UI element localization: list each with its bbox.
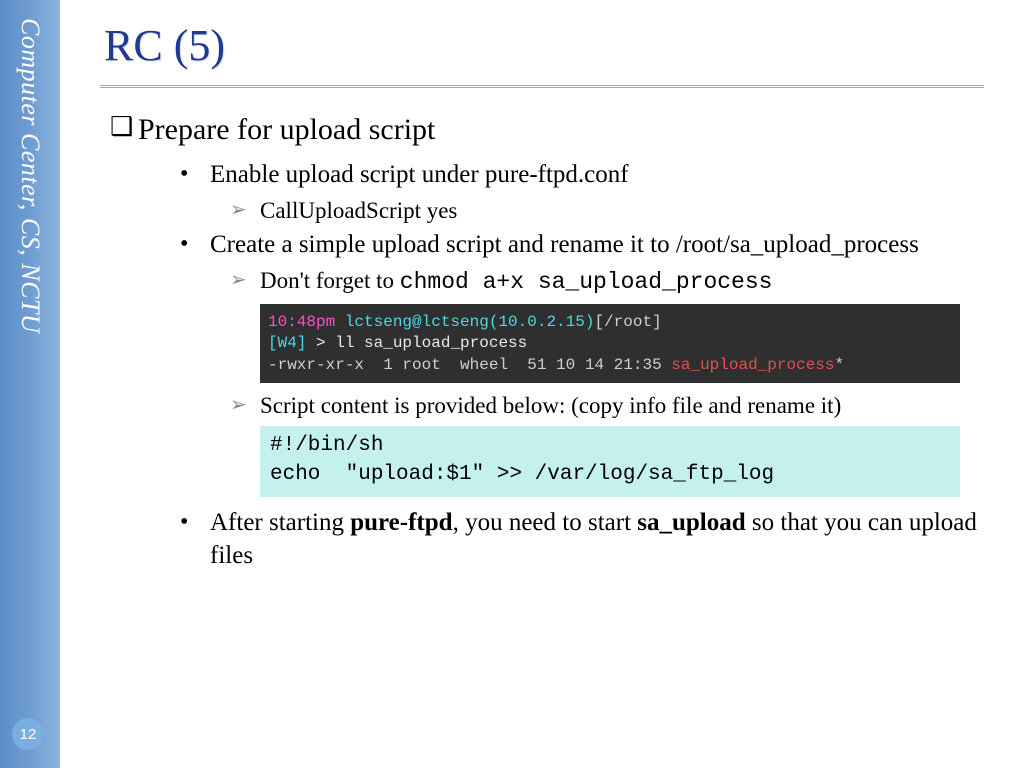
code-fragment: chmod a+x sa_upload_process [400,269,773,295]
dot-bullet-icon: • [180,159,210,192]
sidebar-label: Computer Center, CS, NCTU [15,18,45,333]
title-divider [100,85,984,88]
dot-bullet-icon: • [180,507,210,572]
bullet-text: Create a simple upload script and rename… [210,229,919,262]
script-content-box: #!/bin/sh echo "upload:$1" >> /var/log/s… [260,426,960,497]
bullet-text: Prepare for upload script [138,110,435,149]
terminal-star: * [835,356,845,374]
bullet-text: Script content is provided below: (copy … [260,391,841,421]
bullet-l1-prepare: Prepare for upload script [110,110,984,149]
square-bullet-icon [110,110,138,149]
bullet-text: After starting pure-ftpd, you need to st… [210,507,984,572]
terminal-cmd: ll sa_upload_process [335,334,527,352]
arrow-bullet-icon [230,196,260,226]
sidebar: Computer Center, CS, NCTU [0,0,60,768]
bullet-l2-enable: • Enable upload script under pure-ftpd.c… [180,159,984,192]
arrow-bullet-icon [230,391,260,421]
terminal-time: 10:48pm [268,313,345,331]
bullet-l3-script-below: Script content is provided below: (copy … [230,391,984,421]
bullet-text: Don't forget to chmod a+x sa_upload_proc… [260,266,772,298]
bullet-text: Enable upload script under pure-ftpd.con… [210,159,629,192]
terminal-perms: -rwxr-xr-x 1 root wheel 51 10 14 21:35 [268,356,671,374]
page-number-badge: 12 [12,718,44,750]
text-fragment: After starting [210,509,350,536]
slide-content: RC (5) Prepare for upload script • Enabl… [60,0,1024,768]
bullet-l3-chmod: Don't forget to chmod a+x sa_upload_proc… [230,266,984,298]
bullet-l3-callupload: CallUploadScript yes [230,196,984,226]
dot-bullet-icon: • [180,229,210,262]
arrow-bullet-icon [230,266,260,298]
bold-fragment: sa_upload [637,509,745,536]
text-fragment: , you need to start [453,509,638,536]
slide: Computer Center, CS, NCTU 12 RC (5) Prep… [0,0,1024,768]
terminal-userhost: lctseng@lctseng(10.0.2.15) [345,313,595,331]
bullet-l2-create: • Create a simple upload script and rena… [180,229,984,262]
text-fragment: Don't forget to [260,268,400,293]
terminal-file: sa_upload_process [671,356,834,374]
bold-fragment: pure-ftpd [350,509,452,536]
bullet-l2-after: • After starting pure-ftpd, you need to … [180,507,984,572]
bullet-text: CallUploadScript yes [260,196,457,226]
terminal-cwd: [/root] [594,313,661,331]
slide-body: Prepare for upload script • Enable uploa… [100,110,984,572]
terminal-prompt-left: [W4] [268,334,306,352]
terminal-output: 10:48pm lctseng@lctseng(10.0.2.15)[/root… [260,304,960,383]
terminal-prompt-right: > [306,334,335,352]
slide-title: RC (5) [104,20,984,71]
